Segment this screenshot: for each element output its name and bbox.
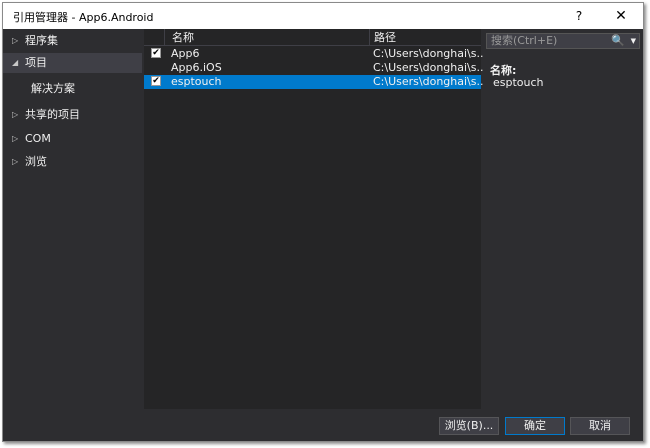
sidebar-item-label: 浏览 [25, 155, 47, 168]
reference-path: C:\Users\donghai\s... [373, 61, 487, 74]
cancel-button[interactable]: 取消 [570, 417, 630, 435]
browse-button[interactable]: 浏览(B)... [439, 417, 499, 435]
reference-path: C:\Users\donghai\s... [373, 47, 487, 60]
reference-manager-window: 引用管理器 - App6.Android ? ✕ ▷ 程序集 ◢ 项目 解决方案… [2, 2, 644, 442]
sidebar-item-label: 程序集 [25, 34, 58, 47]
sidebar-item-projects[interactable]: ◢ 项目 [3, 53, 142, 73]
reference-list: 名称 路径 ✔ App6 C:\Users\donghai\s... App6.… [144, 29, 487, 409]
sidebar-item-label: COM [25, 132, 51, 145]
sidebar-item-assemblies[interactable]: ▷ 程序集 [3, 31, 142, 51]
table-row[interactable]: App6.iOS C:\Users\donghai\s... [144, 61, 487, 75]
details-panel: 搜索(Ctrl+E) 🔍 ▼ 名称: esptouch [483, 29, 643, 409]
column-header-check [144, 29, 164, 46]
sidebar-item-label: 项目 [25, 56, 47, 69]
expand-arrow-icon[interactable]: ▷ [12, 31, 18, 51]
chevron-down-icon[interactable]: ▼ [631, 34, 636, 48]
table-row[interactable]: ✔ App6 C:\Users\donghai\s... [144, 47, 487, 61]
sidebar-item-com[interactable]: ▷ COM [3, 129, 142, 149]
title-bar: 引用管理器 - App6.Android ? ✕ [3, 3, 643, 29]
search-box[interactable]: 搜索(Ctrl+E) 🔍 ▼ [486, 33, 640, 49]
reference-name: App6.iOS [171, 61, 222, 74]
sidebar-item-browse[interactable]: ▷ 浏览 [3, 152, 142, 172]
expand-arrow-icon[interactable]: ▷ [12, 105, 18, 125]
search-input[interactable]: 搜索(Ctrl+E) [491, 35, 557, 47]
category-sidebar: ▷ 程序集 ◢ 项目 解决方案 ▷ 共享的项目 ▷ COM ▷ 浏览 [3, 29, 142, 409]
column-header-name[interactable]: 名称 [164, 29, 369, 46]
column-header-path[interactable]: 路径 [369, 29, 481, 46]
expand-arrow-icon[interactable]: ▷ [12, 129, 18, 149]
sidebar-item-shared-projects[interactable]: ▷ 共享的项目 [3, 105, 142, 125]
reference-checkbox[interactable]: ✔ [151, 76, 161, 86]
help-button[interactable]: ? [565, 6, 593, 26]
sidebar-item-label: 共享的项目 [25, 108, 80, 121]
collapse-arrow-icon[interactable]: ◢ [12, 53, 18, 73]
reference-checkbox[interactable]: ✔ [151, 48, 161, 58]
reference-path: C:\Users\donghai\s... [373, 75, 487, 88]
sidebar-item-solution[interactable]: 解决方案 [3, 79, 142, 99]
close-button[interactable]: ✕ [603, 6, 639, 26]
dialog-footer: 浏览(B)... 确定 取消 [3, 409, 643, 441]
window-title: 引用管理器 - App6.Android [13, 11, 154, 24]
sidebar-item-label: 解决方案 [31, 82, 75, 95]
ok-button[interactable]: 确定 [505, 417, 565, 435]
reference-name: App6 [171, 47, 200, 60]
search-icon[interactable]: 🔍 [611, 34, 625, 48]
expand-arrow-icon[interactable]: ▷ [12, 152, 18, 172]
table-row[interactable]: ✔ esptouch C:\Users\donghai\s... [144, 75, 487, 89]
reference-name: esptouch [171, 75, 222, 88]
details-name-value: esptouch [493, 76, 544, 89]
